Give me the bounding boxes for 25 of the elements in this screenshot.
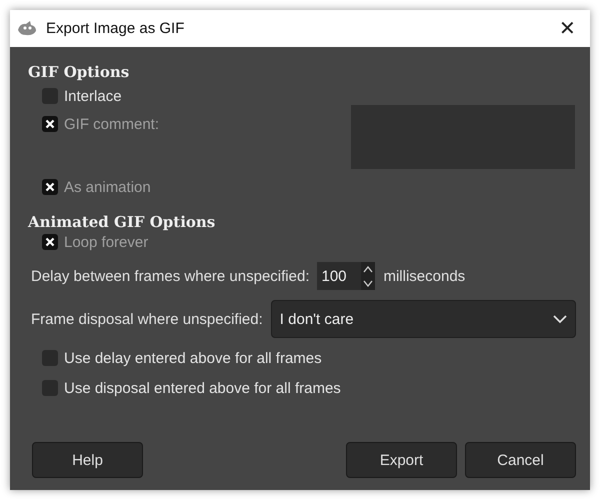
cancel-button[interactable]: Cancel — [465, 442, 576, 478]
checkbox-label: Interlace — [64, 88, 122, 104]
checkbox-label: Use disposal entered above for all frames — [64, 380, 341, 396]
decrement-icon[interactable] — [363, 280, 374, 286]
chevron-down-icon — [553, 314, 567, 324]
field-label: Delay between frames where unspecified: — [31, 268, 310, 284]
checkbox-label: As animation — [64, 178, 151, 196]
field-label: Frame disposal where unspecified: — [31, 310, 263, 328]
help-button[interactable]: Help — [32, 442, 143, 478]
checkbox[interactable] — [42, 380, 58, 396]
window-title: Export Image as GIF — [46, 20, 186, 37]
section-heading: GIF Options — [28, 63, 130, 81]
checkbox[interactable] — [42, 88, 58, 104]
checkbox-label: Loop forever — [64, 234, 148, 250]
checkbox[interactable] — [42, 350, 58, 366]
disposal-dropdown[interactable]: I don't care — [270, 300, 576, 338]
app-logo-icon — [16, 20, 38, 38]
delay-field[interactable]: 100 — [317, 262, 362, 290]
close-button[interactable]: ✕ — [553, 16, 582, 41]
section-heading: Animated GIF Options — [28, 213, 216, 231]
increment-icon[interactable] — [363, 266, 374, 272]
unit-label: milliseconds — [383, 268, 466, 284]
export-button[interactable]: Export — [346, 442, 457, 478]
checkbox-label: Use delay entered above for all frames — [64, 350, 322, 366]
checkbox-label: GIF comment: — [64, 116, 160, 132]
